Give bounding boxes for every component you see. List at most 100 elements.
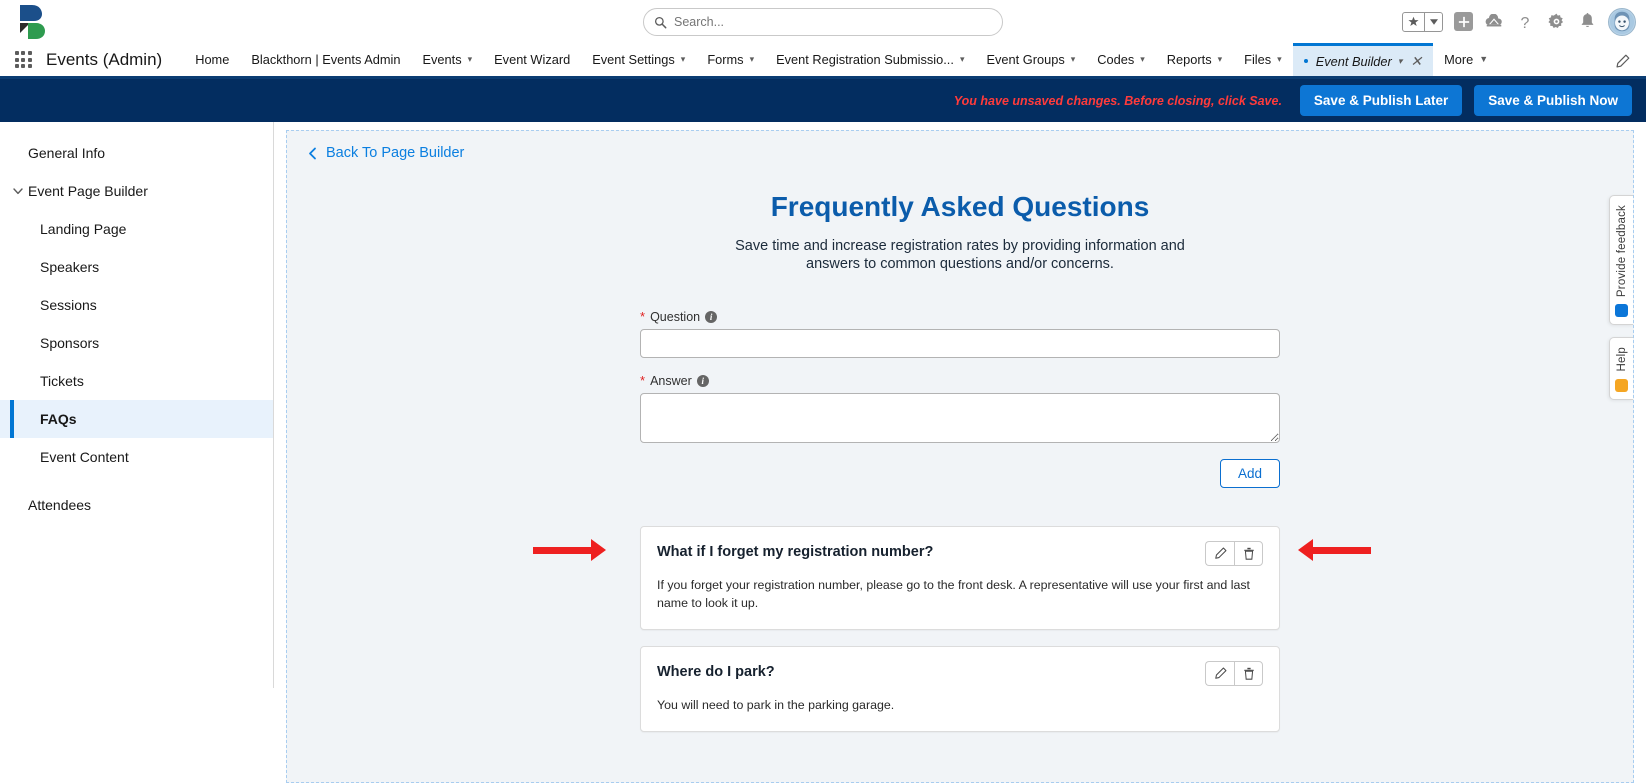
chevron-down-icon[interactable] — [12, 185, 24, 197]
question-mark-icon[interactable]: ? — [1515, 12, 1535, 32]
nav-item-reports[interactable]: Reports ▾ — [1156, 43, 1233, 76]
sidebar-item-tickets[interactable]: Tickets — [0, 362, 273, 400]
chevron-down-icon[interactable]: ▾ — [468, 55, 473, 64]
chevron-down-icon[interactable]: ▾ — [1277, 55, 1282, 64]
sidebar-item-label: Attendees — [28, 497, 92, 513]
chevron-down-icon[interactable]: ▾ — [1398, 56, 1403, 66]
add-faq-button[interactable]: Add — [1219, 458, 1280, 488]
favorites-control[interactable] — [1402, 11, 1443, 32]
nav-item-event-wizard[interactable]: Event Wizard — [483, 43, 581, 76]
faq-card: What if I forget my registration number? — [533, 525, 1371, 630]
sidebar-item-event-content[interactable]: Event Content — [0, 438, 273, 476]
nav-item-home[interactable]: Home — [184, 43, 240, 76]
nav-item-event-builder[interactable]: Event Builder ▾ ✕ — [1292, 43, 1434, 76]
sidebar-item-label: General Info — [28, 145, 106, 161]
info-icon[interactable]: i — [705, 310, 718, 323]
sidebar-item-sponsors[interactable]: Sponsors — [0, 324, 273, 362]
pencil-icon — [1214, 547, 1226, 559]
required-asterisk: * — [640, 309, 646, 325]
sidebar-item-event-page-builder[interactable]: Event Page Builder — [0, 172, 273, 210]
chevron-down-icon[interactable]: ▾ — [960, 55, 965, 64]
answer-field-block: * Answer i — [640, 374, 1280, 443]
nav-item-event-groups[interactable]: Event Groups ▾ — [975, 43, 1086, 76]
nav-item-list: Home Blackthorn | Events Admin Events ▾ … — [184, 43, 1646, 76]
answer-textarea[interactable] — [640, 392, 1280, 443]
nav-item-more[interactable]: More ▼ — [1433, 43, 1499, 76]
nav-label: Home — [195, 52, 230, 67]
nav-label: Forms — [707, 52, 744, 67]
bell-icon[interactable] — [1577, 12, 1597, 32]
help-tab[interactable]: Help — [1609, 337, 1633, 400]
gear-icon[interactable] — [1546, 12, 1566, 32]
global-icon-tray: ? — [1402, 0, 1636, 43]
annotation-arrow-right — [1298, 539, 1371, 562]
back-to-page-builder-link[interactable]: Back To Page Builder — [287, 131, 464, 161]
edit-button[interactable] — [1205, 660, 1234, 686]
feedback-badge-icon — [1615, 304, 1628, 318]
nav-item-blackthorn-events-admin[interactable]: Blackthorn | Events Admin — [240, 43, 411, 76]
nav-item-events[interactable]: Events ▾ — [411, 43, 483, 76]
sidebar-item-faqs[interactable]: FAQs — [0, 400, 273, 438]
nav-item-event-registration-submissions[interactable]: Event Registration Submissio... ▾ — [765, 43, 975, 76]
search-input[interactable] — [674, 15, 992, 29]
chevron-down-icon[interactable]: ▼ — [1479, 55, 1488, 64]
nav-item-forms[interactable]: Forms ▾ — [696, 43, 765, 76]
question-input[interactable] — [640, 328, 1280, 358]
provide-feedback-label: Provide feedback — [1615, 205, 1628, 298]
nav-item-event-settings[interactable]: Event Settings ▾ — [581, 43, 696, 76]
global-search-box[interactable] — [643, 8, 1003, 36]
nav-item-files[interactable]: Files ▾ — [1233, 43, 1293, 76]
chevron-down-icon[interactable]: ▾ — [681, 55, 686, 64]
cloud-home-icon[interactable] — [1484, 12, 1504, 32]
sidebar-item-sessions[interactable]: Sessions — [0, 286, 273, 324]
nav-label: Event Settings — [592, 52, 675, 67]
faq-list: What if I forget my registration number? — [533, 525, 1371, 732]
trash-icon — [1243, 547, 1254, 560]
nav-item-codes[interactable]: Codes ▾ — [1086, 43, 1156, 76]
global-header: ? — [0, 0, 1646, 43]
sidebar-item-label: Sessions — [40, 297, 97, 313]
caret-down-icon[interactable] — [1425, 13, 1442, 31]
save-and-publish-now-button[interactable]: Save & Publish Now — [1474, 85, 1632, 116]
sidebar-item-landing-page[interactable]: Landing Page — [0, 210, 273, 248]
star-icon[interactable] — [1403, 13, 1424, 31]
sidebar-item-label: FAQs — [40, 411, 77, 427]
chevron-down-icon[interactable]: ▾ — [1218, 55, 1223, 64]
chevron-down-icon[interactable]: ▾ — [1140, 55, 1145, 64]
back-link-label: Back To Page Builder — [326, 145, 465, 161]
blackthorn-logo[interactable] — [14, 2, 54, 42]
page-body: General Info Event Page Builder Landing … — [0, 122, 1646, 783]
sidebar-item-general-info[interactable]: General Info — [0, 134, 273, 172]
svg-text:?: ? — [1521, 15, 1530, 31]
avatar[interactable] — [1608, 7, 1636, 36]
app-launcher-icon[interactable] — [0, 43, 46, 76]
delete-button[interactable] — [1234, 540, 1263, 566]
faq-answer: If you forget your registration number, … — [657, 577, 1251, 610]
field-label-text: Question — [650, 309, 701, 324]
faq-answer: You will need to park in the parking gar… — [657, 697, 895, 712]
pencil-icon — [1616, 54, 1630, 68]
info-icon[interactable]: i — [696, 374, 709, 387]
sidebar-item-speakers[interactable]: Speakers — [0, 248, 273, 286]
chevron-down-icon[interactable]: ▾ — [750, 55, 755, 64]
search-icon — [654, 16, 667, 28]
save-and-publish-later-button[interactable]: Save & Publish Later — [1299, 85, 1463, 116]
edit-navigation-button[interactable] — [1609, 43, 1636, 79]
annotation-arrow-left — [533, 539, 606, 562]
faq-card-header: Where do I park? — [657, 660, 1263, 686]
plus-icon[interactable] — [1454, 12, 1473, 31]
sidebar-item-label: Speakers — [40, 259, 100, 275]
app-name: Events (Admin) — [46, 49, 163, 69]
edit-button[interactable] — [1205, 540, 1234, 566]
sidebar-item-label: Event Page Builder — [28, 183, 148, 199]
sidebar-item-attendees[interactable]: Attendees — [0, 486, 273, 524]
provide-feedback-tab[interactable]: Provide feedback — [1609, 195, 1633, 326]
delete-button[interactable] — [1234, 660, 1263, 686]
page-title: Frequently Asked Questions — [770, 190, 1150, 222]
close-icon[interactable]: ✕ — [1410, 53, 1422, 70]
chevron-down-icon[interactable]: ▾ — [1071, 55, 1076, 64]
nav-label: Event Wizard — [494, 52, 571, 67]
question-field-block: * Question i — [640, 310, 1280, 358]
question-field-label: * Question i — [640, 310, 1280, 324]
